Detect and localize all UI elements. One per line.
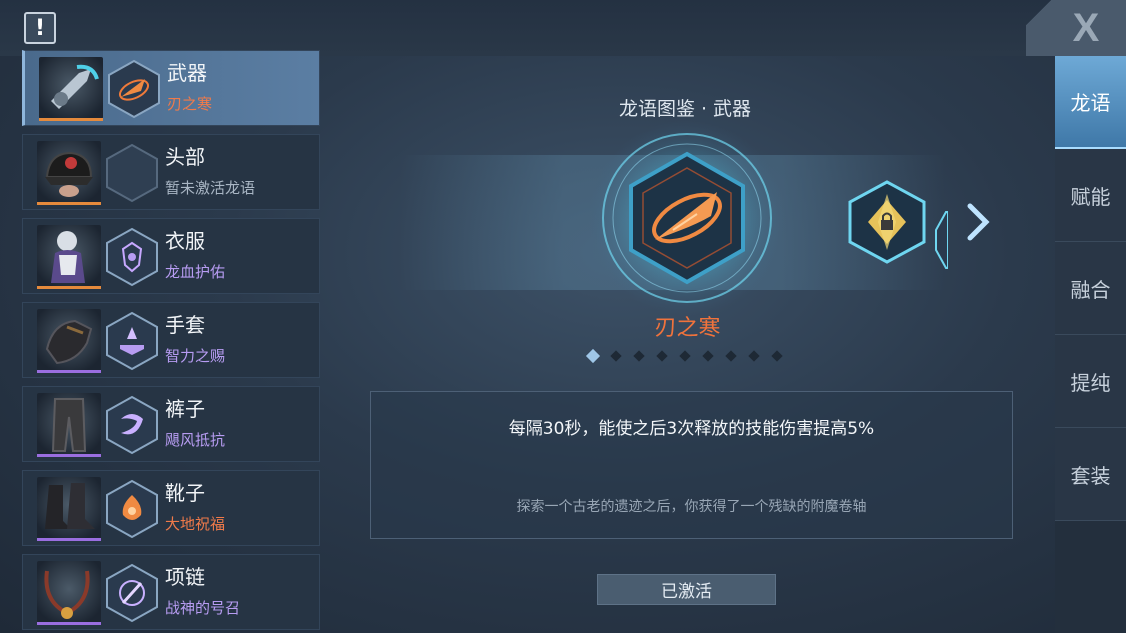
top-bar [0, 0, 1126, 56]
gloves-icon [37, 309, 101, 371]
tab-set[interactable]: 套装 [1055, 428, 1126, 521]
next-emblem-preview [932, 210, 948, 270]
activated-status-button[interactable]: 已激活 [597, 574, 776, 605]
equipment-name: 手套 [165, 313, 205, 337]
equipment-item-necklace[interactable]: 项链 战神的号召 [22, 554, 320, 630]
helmet-icon [37, 141, 101, 203]
rarity-bar [37, 202, 101, 205]
page-indicator [585, 348, 784, 364]
close-icon: X [1072, 5, 1100, 50]
page-dot[interactable] [724, 349, 738, 363]
dragon-word-emblem [105, 227, 159, 287]
current-emblem-name: 刃之寒 [654, 316, 721, 341]
tab-fusion[interactable]: 融合 [1055, 242, 1126, 335]
tab-empower[interactable]: 赋能 [1055, 149, 1126, 242]
rarity-bar [37, 454, 101, 457]
dragon-word-name: 刃之寒 [167, 95, 213, 113]
page-dot[interactable] [632, 349, 646, 363]
dragon-word-name: 飓风抵抗 [165, 431, 226, 449]
dragon-word-name: 暂未激活龙语 [165, 179, 256, 197]
page-dot[interactable] [701, 349, 715, 363]
equipment-item-clothes[interactable]: 衣服 龙血护佑 [22, 218, 320, 294]
equipment-list: 武器 刃之寒 头部 暂未激活龙语 衣服 龙血护佑 手套 智力之赐 裤子 飓风抵抗… [22, 50, 320, 633]
page-dot[interactable] [747, 349, 761, 363]
dragon-word-emblem [105, 311, 159, 371]
dragon-word-name: 战神的号召 [165, 599, 241, 617]
dragon-word-emblem [105, 479, 159, 539]
dragon-word-name: 龙血护佑 [165, 263, 226, 281]
alert-icon[interactable]: ! [24, 12, 56, 44]
codex-title: 龙语图鉴 · 武器 [618, 98, 752, 120]
rarity-bar [37, 622, 101, 625]
equipment-item-boots[interactable]: 靴子 大地祝福 [22, 470, 320, 546]
equipment-name: 头部 [165, 145, 205, 169]
rarity-bar [39, 118, 103, 121]
page-dot[interactable] [678, 349, 692, 363]
rarity-bar [37, 538, 101, 541]
weapon-icon [39, 57, 103, 119]
locked-emblem[interactable] [846, 178, 928, 266]
equipment-name: 项链 [165, 565, 205, 589]
dragon-word-name: 大地祝福 [165, 515, 226, 533]
tab-dragon-word[interactable]: 龙语 [1055, 56, 1126, 149]
dragon-word-emblem [105, 563, 159, 623]
equipment-item-pants[interactable]: 裤子 飓风抵抗 [22, 386, 320, 462]
equipment-item-gloves[interactable]: 手套 智力之赐 [22, 302, 320, 378]
page-dot[interactable] [770, 349, 784, 363]
dragon-word-emblem [105, 395, 159, 455]
rarity-bar [37, 370, 101, 373]
page-dot[interactable] [655, 349, 669, 363]
tab-purify[interactable]: 提纯 [1055, 335, 1126, 428]
page-dot-active[interactable] [585, 348, 601, 364]
equipment-item-weapon[interactable]: 武器 刃之寒 [22, 50, 320, 126]
equipment-name: 裤子 [165, 397, 205, 421]
right-tab-bar: 龙语 赋能 融合 提纯 套装 [1055, 56, 1126, 633]
lore-text: 探索一个古老的遗迹之后，你获得了一个残缺的附魔卷轴 [516, 499, 867, 515]
empty-emblem-slot [105, 143, 159, 203]
close-button[interactable]: X [1026, 0, 1126, 56]
page-dot[interactable] [609, 349, 623, 363]
chevron-right-icon[interactable] [962, 200, 992, 244]
boots-icon [37, 477, 101, 539]
equipment-name: 武器 [167, 61, 207, 85]
effect-text: 每隔30秒，能使之后3次释放的技能伤害提高5% [508, 419, 875, 439]
effect-description-panel: 每隔30秒，能使之后3次释放的技能伤害提高5% 探索一个古老的遗迹之后，你获得了… [370, 391, 1013, 539]
dragon-word-name: 智力之赐 [165, 347, 226, 365]
pants-icon [37, 393, 101, 455]
armor-icon [37, 225, 101, 287]
equipment-item-head[interactable]: 头部 暂未激活龙语 [22, 134, 320, 210]
necklace-icon [37, 561, 101, 623]
dragon-word-emblem [107, 59, 161, 119]
equipment-name: 衣服 [165, 229, 205, 253]
current-emblem[interactable] [585, 118, 790, 318]
equipment-name: 靴子 [165, 481, 205, 505]
rarity-bar [37, 286, 101, 289]
